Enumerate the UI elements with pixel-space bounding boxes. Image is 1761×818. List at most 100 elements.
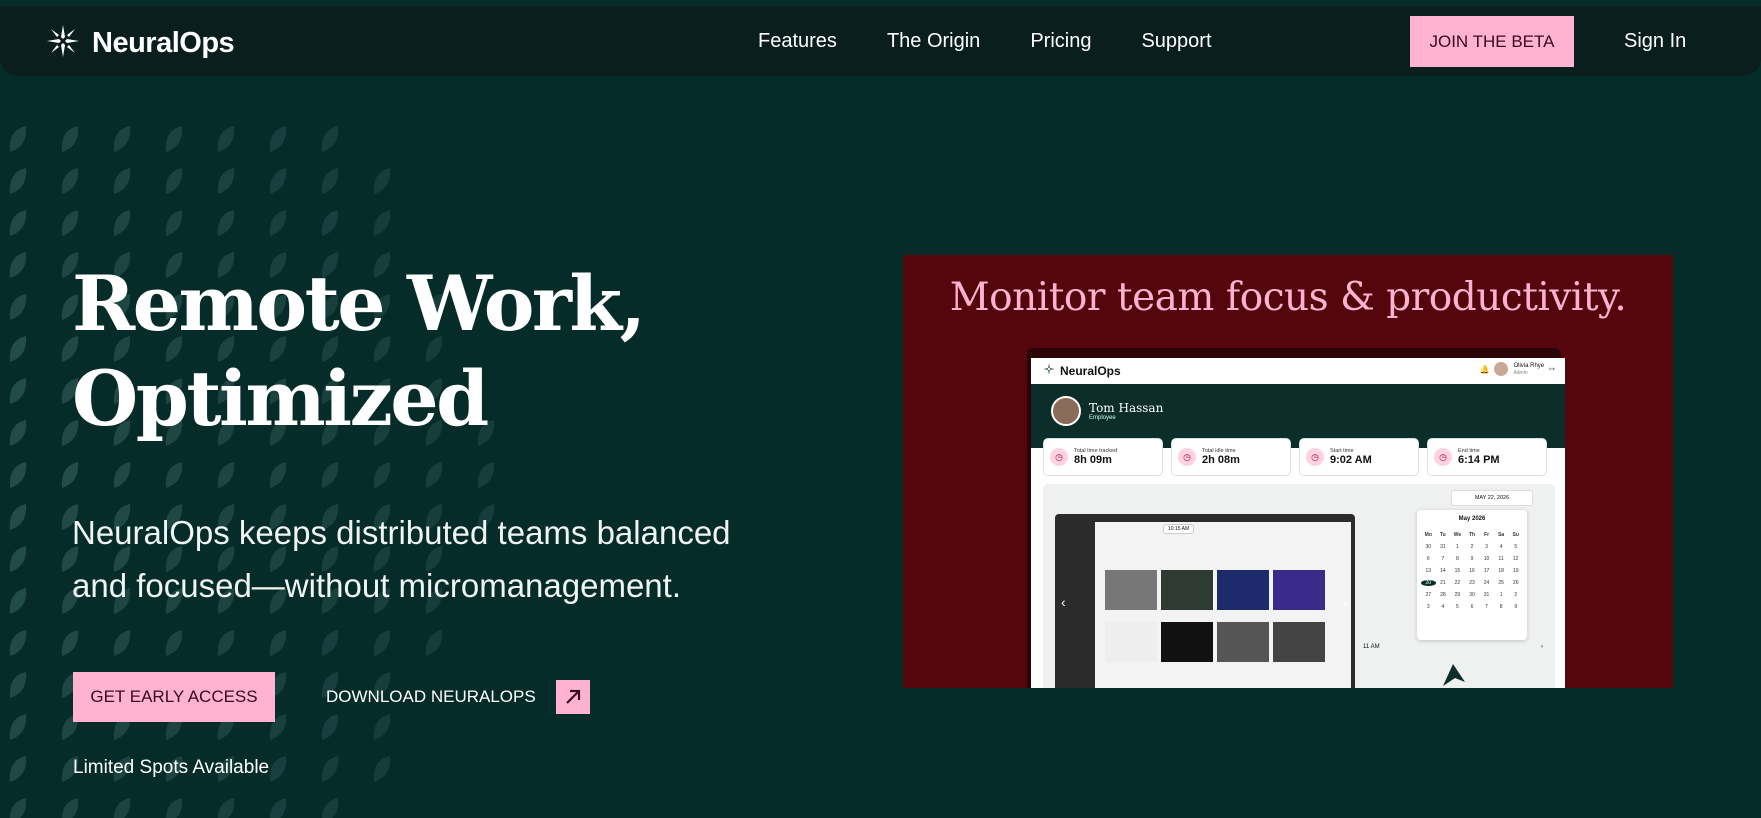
pattern-leaf [9,210,27,236]
screenshot-preview: 10:15 AM ‹ › [1055,514,1355,688]
hero-subtitle-line-1: NeuralOps keeps distributed teams balanc… [72,514,731,551]
calendar-day[interactable]: 8 [1450,556,1465,562]
calendar-day[interactable]: 2 [1465,544,1480,550]
calendar-day[interactable]: 15 [1450,568,1465,574]
calendar-day[interactable]: 6 [1465,604,1480,610]
calendar-day[interactable]: 16 [1465,568,1480,574]
pattern-leaf [113,168,131,194]
app-logo-text: NeuralOps [1060,364,1121,378]
download-link[interactable]: DOWNLOAD NEURALOPS [326,680,590,714]
pattern-leaf [165,168,183,194]
calendar-day[interactable]: 20 [1421,580,1436,586]
calendar-day[interactable]: 26 [1508,580,1523,586]
calendar-day[interactable]: 10 [1479,556,1494,562]
calendar-day[interactable]: 4 [1436,604,1451,610]
pattern-leaf [113,210,131,236]
thumbnail [1273,570,1325,610]
date-value: MAY 22, 2026 [1474,495,1510,501]
stat-card: ◷ Start time 9:02 AM [1299,438,1419,476]
join-beta-button[interactable]: JOIN THE BETA [1410,16,1574,67]
pattern-leaf [217,168,235,194]
nav-link-pricing[interactable]: Pricing [1030,30,1091,53]
calendar-day[interactable]: 9 [1465,556,1480,562]
pattern-leaf [165,210,183,236]
calendar-month: May 2026 [1458,516,1486,522]
pattern-leaf [9,126,27,152]
pattern-leaf [373,462,391,488]
calendar-day[interactable]: 12 [1508,556,1523,562]
app-preview: NeuralOps 🔔 Olivia Rhye Admin ↦ Tom Hass… [1031,358,1565,688]
pattern-leaf [217,462,235,488]
time-slot-row[interactable]: 11 AM › [1363,644,1543,650]
calendar-day[interactable]: 19 [1508,568,1523,574]
pattern-leaf [9,504,27,530]
calendar-day[interactable]: 7 [1436,556,1451,562]
calendar-day[interactable]: 2 [1508,592,1523,598]
pattern-leaf [113,798,131,818]
pattern-leaf [9,294,27,320]
hero-title: Remote Work, Optimized [72,256,772,446]
chevron-right-icon[interactable]: › [1343,594,1348,610]
calendar-day[interactable]: 1 [1494,592,1509,598]
promo-card: Monitor team focus & productivity. Neura… [903,255,1673,688]
sign-in-link[interactable]: Sign In [1624,30,1686,53]
cursor-arrow-icon [1443,664,1465,686]
calendar-day[interactable]: 30 [1421,544,1436,550]
get-early-access-button[interactable]: GET EARLY ACCESS [73,672,275,722]
calendar-day[interactable]: 5 [1450,604,1465,610]
calendar-weekday: We [1453,532,1462,538]
pattern-leaf [321,168,339,194]
calendar-day[interactable]: 8 [1494,604,1509,610]
pattern-leaf [217,126,235,152]
calendar-day[interactable]: 5 [1508,544,1523,550]
calendar-day[interactable]: 18 [1494,568,1509,574]
chevron-left-icon[interactable]: ‹ [1061,594,1066,610]
pattern-leaf [269,630,287,656]
calendar-day[interactable]: 13 [1421,568,1436,574]
arrow-up-right-icon [555,680,590,714]
calendar-day[interactable]: 27 [1421,592,1436,598]
nav-link-support[interactable]: Support [1141,30,1211,53]
calendar-day[interactable]: 24 [1479,580,1494,586]
calendar-day[interactable]: 29 [1450,592,1465,598]
calendar-day[interactable]: 25 [1494,580,1509,586]
calendar-day[interactable]: 30 [1465,592,1480,598]
date-picker[interactable]: MAY 22, 2026 [1451,490,1533,506]
calendar-day[interactable]: 6 [1421,556,1436,562]
nav-link-features[interactable]: Features [758,30,837,53]
pattern-leaf [9,336,27,362]
stat-value: 6:14 PM [1458,454,1500,466]
calendar-day[interactable]: 3 [1421,604,1436,610]
calendar-weekday: Tu [1439,532,1446,538]
nav-link-origin[interactable]: The Origin [887,30,980,53]
pattern-leaf [269,462,287,488]
calendar-day[interactable]: 22 [1450,580,1465,586]
calendar-day[interactable]: 9 [1508,604,1523,610]
calendar-day[interactable]: 4 [1494,544,1509,550]
calendar-day[interactable]: 7 [1479,604,1494,610]
calendar-day[interactable]: 21 [1436,580,1451,586]
pattern-leaf [373,210,391,236]
pattern-leaf [165,126,183,152]
calendar-day[interactable]: 11 [1494,556,1509,562]
logo[interactable]: NeuralOps [46,24,235,63]
calendar-day[interactable]: 14 [1436,568,1451,574]
neuralops-logo-icon [46,24,80,63]
pattern-leaf [425,462,443,488]
top-nav: NeuralOps Features The Origin Pricing Su… [0,6,1761,76]
thumbnail [1217,622,1269,662]
pattern-leaf [9,588,27,614]
thumbnail [1105,622,1157,662]
time-slot-label: 11 AM [1363,644,1380,650]
calendar-day[interactable]: 31 [1436,544,1451,550]
pattern-leaf [9,630,27,656]
calendar-day[interactable]: 23 [1465,580,1480,586]
calendar-day[interactable]: 1 [1450,544,1465,550]
calendar-day[interactable]: 17 [1479,568,1494,574]
thumbnail [1273,622,1325,662]
calendar-day[interactable]: 3 [1479,544,1494,550]
calendar-day[interactable]: 28 [1436,592,1451,598]
calendar-day[interactable]: 31 [1479,592,1494,598]
pattern-leaf [269,126,287,152]
pattern-leaf [373,168,391,194]
